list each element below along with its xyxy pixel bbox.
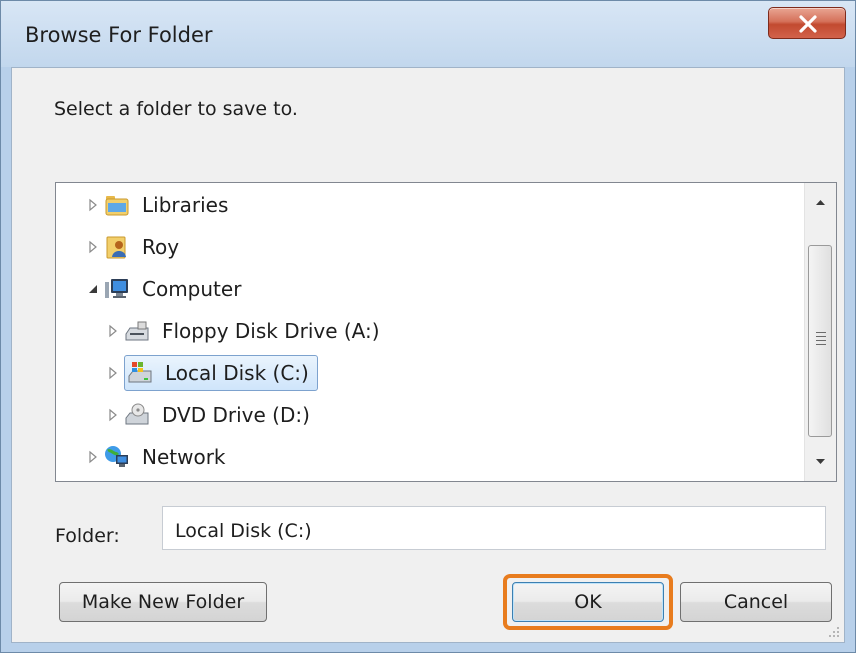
tree-item-dvd-drive[interactable]: DVD Drive (D:) bbox=[106, 397, 314, 433]
local-disk-icon bbox=[128, 362, 152, 383]
dialog-body: Select a folder to save to. Libraries Ro… bbox=[11, 67, 845, 643]
user-folder-icon bbox=[106, 236, 126, 259]
tree-item-roy[interactable]: Roy bbox=[86, 229, 183, 265]
scrollbar-grip-icon bbox=[816, 332, 826, 348]
tree-item-computer[interactable]: Computer bbox=[86, 271, 245, 307]
window-title: Browse For Folder bbox=[25, 23, 213, 47]
computer-icon bbox=[105, 279, 128, 298]
title-bar[interactable]: Browse For Folder bbox=[1, 1, 855, 67]
expand-arrow-icon[interactable] bbox=[86, 198, 100, 212]
tree-item-label: Floppy Disk Drive (A:) bbox=[162, 319, 380, 343]
expand-arrow-icon[interactable] bbox=[106, 408, 120, 422]
scroll-up-icon[interactable] bbox=[805, 183, 836, 221]
floppy-drive-icon bbox=[125, 321, 149, 341]
folder-tree[interactable]: Libraries Roy Computer Floppy Disk Drive… bbox=[55, 182, 837, 482]
ok-button[interactable]: OK bbox=[512, 582, 664, 622]
tree-item-libraries[interactable]: Libraries bbox=[86, 187, 232, 223]
tree-item-label: Local Disk (C:) bbox=[165, 361, 309, 385]
tree-item-label: Network bbox=[142, 445, 226, 469]
tree-item-label: Computer bbox=[142, 277, 242, 301]
dvd-drive-icon bbox=[125, 403, 149, 425]
tree-item-floppy-drive[interactable]: Floppy Disk Drive (A:) bbox=[106, 313, 384, 349]
folder-label: Folder: bbox=[55, 525, 120, 547]
selection-highlight: Local Disk (C:) bbox=[124, 355, 318, 391]
dialog-prompt: Select a folder to save to. bbox=[54, 98, 298, 120]
expand-arrow-icon[interactable] bbox=[106, 324, 120, 338]
tree-item-local-disk[interactable]: Local Disk (C:) bbox=[106, 355, 318, 391]
resize-grip-icon[interactable] bbox=[826, 624, 840, 638]
tree-item-label: Libraries bbox=[142, 193, 229, 217]
scroll-down-icon[interactable] bbox=[805, 443, 836, 481]
close-icon bbox=[799, 15, 817, 33]
expand-arrow-icon[interactable] bbox=[86, 240, 100, 254]
expand-arrow-icon[interactable] bbox=[106, 366, 120, 380]
tree-item-network[interactable]: Network bbox=[86, 439, 230, 475]
tree-item-label: DVD Drive (D:) bbox=[162, 403, 310, 427]
expand-arrow-icon[interactable] bbox=[86, 450, 100, 464]
cancel-button[interactable]: Cancel bbox=[680, 582, 832, 622]
close-button[interactable] bbox=[768, 7, 846, 39]
make-new-folder-button[interactable]: Make New Folder bbox=[59, 582, 267, 622]
libraries-icon bbox=[105, 196, 129, 216]
folder-field[interactable] bbox=[162, 506, 826, 550]
browse-for-folder-window: Browse For Folder Select a folder to sav… bbox=[0, 0, 856, 653]
collapse-arrow-icon[interactable] bbox=[86, 282, 100, 296]
network-icon bbox=[105, 446, 128, 467]
scrollbar-thumb[interactable] bbox=[808, 245, 832, 437]
tree-item-label: Roy bbox=[142, 235, 180, 259]
vertical-scrollbar[interactable] bbox=[804, 183, 836, 481]
